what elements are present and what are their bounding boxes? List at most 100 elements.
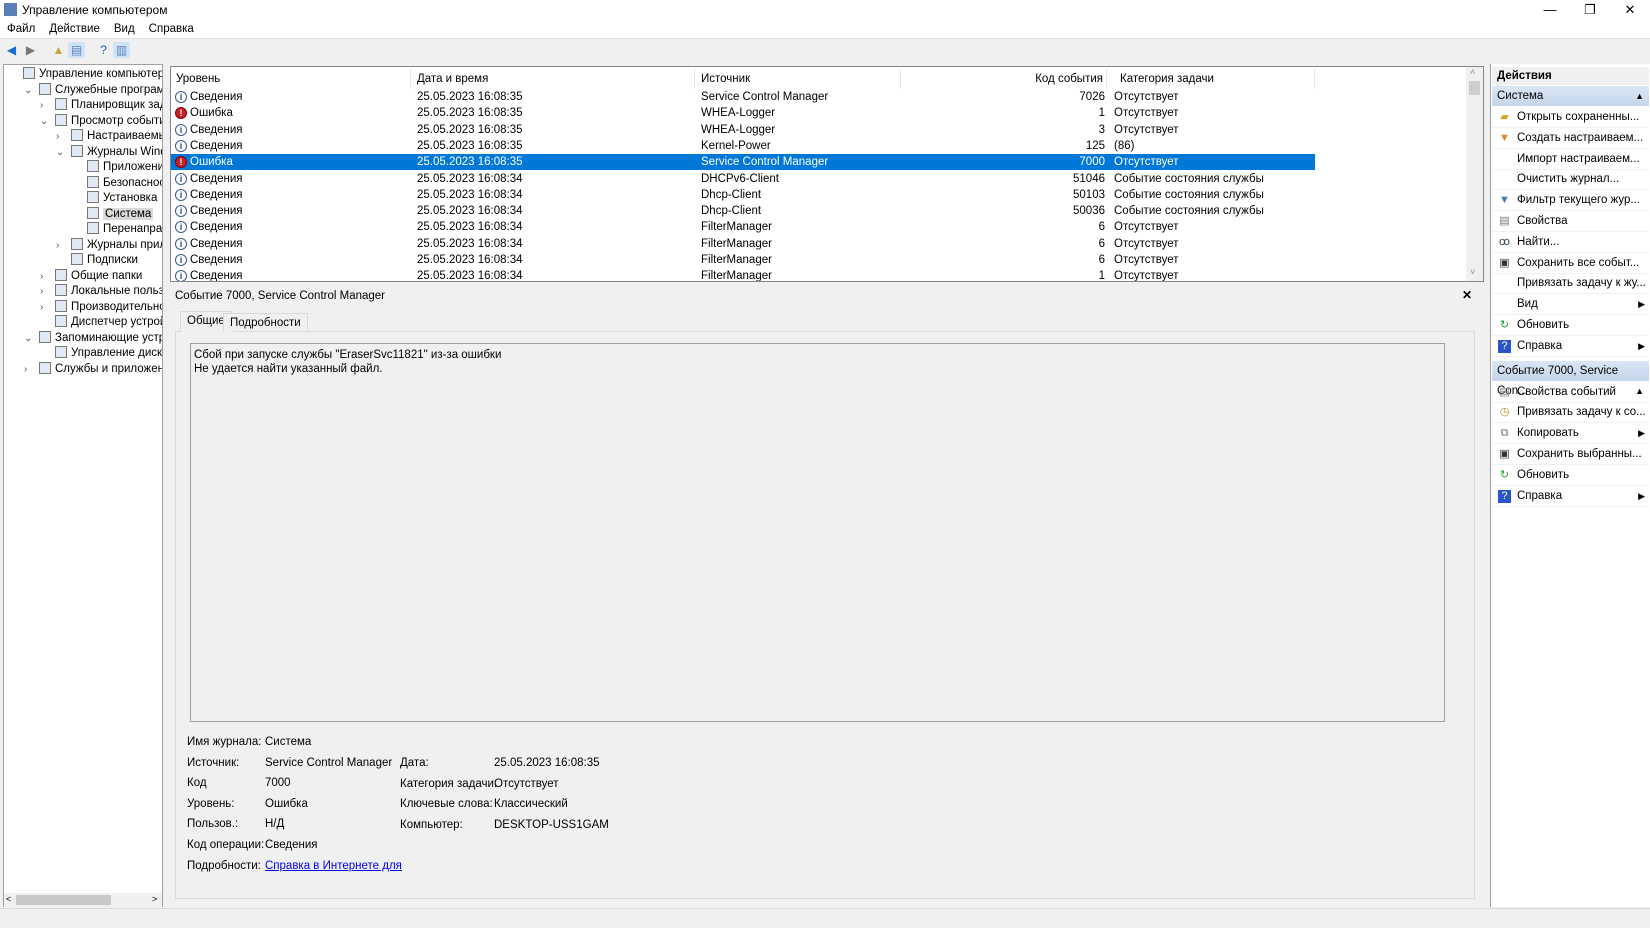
column-separator[interactable] <box>410 69 411 89</box>
action-find-icon[interactable]: ꝏ Найти... <box>1492 232 1649 253</box>
tree-item[interactable]: Управление дисками <box>55 346 162 361</box>
action-attach-task-icon[interactable]: ◷ Привязать задачу к со... <box>1492 402 1649 424</box>
chevron-right-icon[interactable]: › <box>40 284 50 299</box>
column-header[interactable]: Уровень <box>176 73 220 85</box>
tree-item[interactable]: › Локальные пользовате <box>40 284 162 299</box>
tree-item[interactable]: › Общие папки <box>40 268 143 284</box>
menu-item[interactable]: Файл <box>0 21 42 35</box>
table-vertical-scrollbar[interactable]: ˄ ˅ <box>1466 67 1483 281</box>
tab-details[interactable]: Подробности <box>223 313 308 331</box>
chevron-right-icon[interactable]: › <box>40 300 50 315</box>
tree-item[interactable]: Установка <box>87 191 157 206</box>
tree-item[interactable]: Система <box>87 206 154 222</box>
action-create-filter-icon[interactable]: ▼ Создать настраиваем... <box>1492 128 1649 149</box>
scroll-up-icon[interactable]: ˄ <box>1470 67 1475 77</box>
action-open-folder-icon[interactable]: ▰ Открыть сохраненны... <box>1492 107 1649 128</box>
minimize-button[interactable]: — <box>1530 0 1570 21</box>
table-row[interactable]: ! Ошибка 25.05.2023 16:08:35 WHEA-Logger 1 От… <box>171 105 1315 121</box>
chevron-down-icon[interactable]: ⌄ <box>40 114 50 129</box>
tree-item[interactable]: ⌄ Просмотр событий <box>40 113 162 129</box>
chevron-right-icon[interactable]: › <box>56 238 66 253</box>
action-refresh-icon[interactable]: ↻ Обновить <box>1492 465 1649 486</box>
table-row[interactable]: i Сведения 25.05.2023 16:08:34 FilterManage… <box>171 252 1315 268</box>
scroll-thumb[interactable] <box>1469 81 1480 95</box>
forward-icon[interactable]: ▶ <box>22 42 39 58</box>
tree-horizontal-scrollbar[interactable]: < > <box>4 893 162 907</box>
table-row[interactable]: i Сведения 25.05.2023 16:08:34 DHCPv6-Clien… <box>171 171 1315 187</box>
chevron-down-icon[interactable]: ⌄ <box>56 145 66 160</box>
menu-item[interactable]: Действие <box>42 21 107 35</box>
action-filter-icon[interactable]: ▼ Фильтр текущего жур... <box>1492 190 1649 212</box>
show-hide-tree-icon[interactable]: ▤ <box>68 42 85 58</box>
menu-item[interactable]: Справка <box>142 21 201 35</box>
chevron-down-icon[interactable]: ⌄ <box>24 83 34 98</box>
action-label: Создать настраиваем... <box>1517 131 1644 144</box>
table-row[interactable]: ! Ошибка 25.05.2023 16:08:35 Service Contro… <box>171 154 1315 171</box>
tree-item[interactable]: ⌄ Служебные программы <box>24 82 162 98</box>
table-row[interactable]: i Сведения 25.05.2023 16:08:34 FilterManage… <box>171 219 1315 235</box>
tree-item[interactable]: › Производительность <box>40 299 162 315</box>
chevron-right-icon[interactable]: › <box>56 129 66 144</box>
back-icon[interactable]: ◀ <box>3 42 20 58</box>
tree-item[interactable]: Управление компьютером (л <box>23 67 162 82</box>
tree-item[interactable]: Безопасность <box>87 175 162 191</box>
online-help-link[interactable]: Справка в Интернете для <box>265 860 402 872</box>
tree-item[interactable]: Приложение <box>87 160 162 175</box>
action-help-icon[interactable]: ? Справка ▶ <box>1492 336 1649 357</box>
chevron-down-icon[interactable]: ⌄ <box>24 331 34 346</box>
tree-item[interactable]: Подписки <box>71 253 138 268</box>
column-header[interactable]: Категория задачи <box>1120 73 1214 85</box>
column-separator[interactable] <box>900 69 901 89</box>
close-button[interactable]: ✕ <box>1610 0 1650 21</box>
tree-item[interactable]: ⌄ Запоминающие устройст <box>24 330 162 346</box>
chevron-right-icon[interactable]: › <box>24 362 34 377</box>
table-row[interactable]: i Сведения 25.05.2023 16:08:34 Dhcp-Client 5… <box>171 203 1315 219</box>
table-row[interactable]: i Сведения 25.05.2023 16:08:34 FilterManage… <box>171 268 1315 281</box>
collapse-icon[interactable]: ▲ <box>1635 86 1644 106</box>
scroll-thumb[interactable] <box>16 895 111 905</box>
column-separator[interactable] <box>1314 69 1315 89</box>
chevron-right-icon[interactable]: › <box>40 98 50 113</box>
action-copy-icon[interactable]: ⧉ Копировать ▶ <box>1492 423 1649 445</box>
action-refresh-icon[interactable]: ↻ Обновить <box>1492 315 1649 336</box>
action-save-icon[interactable]: ▣ Сохранить выбранны... <box>1492 444 1649 465</box>
tree-item[interactable]: Диспетчер устройств <box>55 315 162 330</box>
tree-item[interactable]: › Службы и приложения <box>24 361 162 377</box>
restore-button[interactable]: ❐ <box>1570 0 1610 21</box>
help-icon[interactable]: ? <box>95 42 112 58</box>
tree-item[interactable]: › Планировщик заданий <box>40 98 162 113</box>
column-header[interactable]: Источник <box>701 73 750 85</box>
table-row[interactable]: i Сведения 25.05.2023 16:08:35 Service Cont… <box>171 89 1315 105</box>
action-item[interactable]: Вид ▶ <box>1492 294 1649 316</box>
tree-item[interactable]: ⌄ Журналы Windows <box>56 144 162 160</box>
table-row[interactable]: i Сведения 25.05.2023 16:08:35 WHEA-Logger 3… <box>171 122 1315 138</box>
column-separator[interactable] <box>1106 69 1107 89</box>
action-help-icon[interactable]: ? Справка ▶ <box>1492 486 1649 507</box>
action-properties-icon[interactable]: ▤ Свойства <box>1492 211 1649 232</box>
scroll-right-icon[interactable]: > <box>152 894 157 904</box>
action-event-properties-icon[interactable]: ▤ Свойства событий <box>1492 382 1649 403</box>
up-folder-icon[interactable]: ▲ <box>50 42 67 58</box>
column-separator[interactable] <box>694 69 695 89</box>
action-section-header[interactable]: Система ▲ <box>1492 86 1649 106</box>
chevron-right-icon[interactable]: › <box>40 269 50 284</box>
action-item[interactable]: Очистить журнал... <box>1492 169 1649 191</box>
menu-item[interactable]: Вид <box>107 21 142 35</box>
table-row[interactable]: i Сведения 25.05.2023 16:08:34 Dhcp-Client 5… <box>171 187 1315 203</box>
tree-item-label: Общие папки <box>71 269 143 282</box>
show-hide-action-pane-icon[interactable]: ▥ <box>113 42 130 58</box>
tree-item[interactable]: › Журналы приложе <box>56 237 162 253</box>
close-details-icon[interactable]: ✕ <box>1462 288 1472 302</box>
column-header[interactable]: Дата и время <box>417 73 488 85</box>
action-item[interactable]: Импорт настраиваем... <box>1492 149 1649 170</box>
action-item[interactable]: Привязать задачу к жу... <box>1492 273 1649 295</box>
table-row[interactable]: i Сведения 25.05.2023 16:08:34 FilterManage… <box>171 236 1315 252</box>
tree-item[interactable]: Перенаправлен <box>87 222 162 237</box>
action-section-header[interactable]: Событие 7000, Service Con... ▲ <box>1492 360 1649 397</box>
action-save-icon[interactable]: ▣ Сохранить все событ... <box>1492 253 1649 274</box>
column-header[interactable]: Код события <box>1035 73 1103 85</box>
scroll-down-icon[interactable]: ˅ <box>1470 267 1475 277</box>
tree-item[interactable]: › Настраиваемые пр <box>56 129 162 144</box>
table-row[interactable]: i Сведения 25.05.2023 16:08:35 Kernel-Power… <box>171 138 1315 154</box>
scroll-left-icon[interactable]: < <box>6 894 11 904</box>
